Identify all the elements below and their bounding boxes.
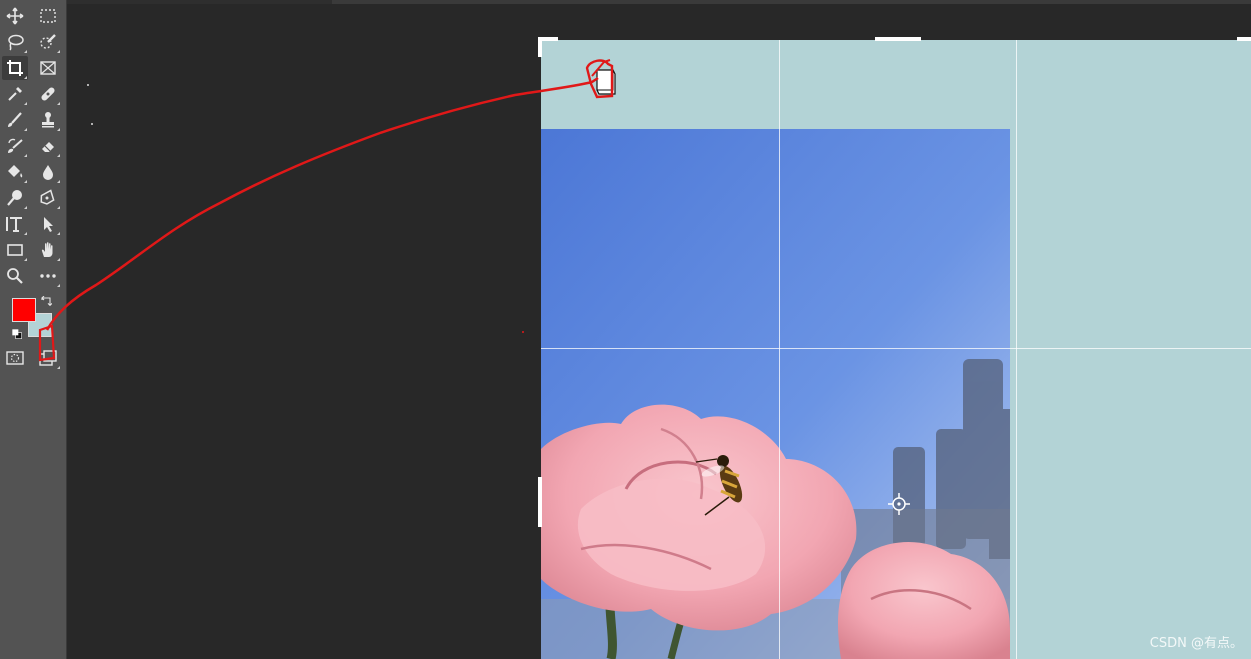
- move-icon: [6, 7, 24, 25]
- tools-panel: [0, 0, 67, 659]
- crop-grid-vertical-1: [779, 40, 780, 659]
- shape-tool-button[interactable]: [2, 238, 28, 262]
- arrow-select-icon: [44, 217, 53, 232]
- document-tab-edge: [67, 0, 332, 4]
- type-icon: [6, 217, 22, 232]
- lasso-tool-button[interactable]: [2, 30, 28, 54]
- ellipsis-icon: [40, 274, 56, 278]
- quick-mask-button[interactable]: [2, 346, 28, 370]
- swap-colors-button[interactable]: [38, 294, 54, 310]
- default-colors-icon: [12, 329, 22, 339]
- crop-grid-vertical-2: [1016, 40, 1017, 659]
- quick-select-tool-button[interactable]: [35, 30, 61, 54]
- hand-tool-button[interactable]: [35, 238, 61, 262]
- crop-grid-horizontal-1: [541, 348, 1251, 349]
- history-brush-tool-button[interactable]: [2, 134, 28, 158]
- hand-icon: [41, 242, 53, 257]
- eraser-tool-button[interactable]: [35, 134, 61, 158]
- watermark: CSDN @有点。: [1149, 636, 1243, 651]
- healing-tool-button[interactable]: [35, 82, 61, 106]
- crop-handle-top-center[interactable]: [875, 37, 921, 41]
- bandage-icon: [41, 87, 55, 101]
- screen-mode-button[interactable]: [35, 346, 61, 370]
- frame-icon: [40, 61, 56, 75]
- quick-mask-icon: [6, 351, 24, 365]
- stamp-icon: [42, 112, 54, 128]
- screen-mode-icon: [39, 350, 57, 366]
- crop-center-target-icon: [888, 493, 910, 515]
- marquee-tool-button[interactable]: [35, 4, 61, 28]
- default-colors-button[interactable]: [9, 326, 25, 342]
- stamp-tool-button[interactable]: [35, 108, 61, 132]
- rose-bee-photo: [541, 129, 1010, 659]
- move-tool-button[interactable]: [2, 4, 28, 28]
- pen-tool-button[interactable]: [35, 186, 61, 210]
- eyedropper-tool-button[interactable]: [2, 82, 28, 106]
- crop-handle-top-right[interactable]: [1237, 37, 1251, 41]
- type-tool-button[interactable]: [2, 212, 28, 236]
- paint-bucket-icon: [8, 165, 23, 178]
- quick-select-icon: [40, 34, 56, 49]
- zoom-tool-button[interactable]: [2, 264, 28, 288]
- foreground-color-swatch[interactable]: [12, 298, 36, 322]
- crop-handle-left-center[interactable]: [538, 477, 542, 527]
- history-brush-icon: [8, 138, 23, 153]
- path-select-tool-button[interactable]: [35, 212, 61, 236]
- pen-icon: [40, 189, 55, 205]
- frame-tool-button[interactable]: [35, 56, 61, 80]
- zoom-icon: [7, 268, 23, 284]
- eraser-icon: [42, 142, 54, 152]
- more-tools-button[interactable]: [35, 264, 61, 288]
- crop-tool-button[interactable]: [2, 56, 28, 80]
- drop-icon: [43, 165, 53, 180]
- swap-arrows-icon: [41, 296, 52, 307]
- eyedropper-icon: [8, 87, 22, 101]
- rectangle-icon: [7, 244, 23, 256]
- crop-icon: [7, 60, 23, 76]
- brush-icon: [8, 112, 22, 127]
- dodge-icon: [7, 190, 22, 206]
- blur-tool-button[interactable]: [35, 160, 61, 184]
- document-canvas[interactable]: CSDN @有点。: [538, 37, 1251, 659]
- cursor-icon: [596, 69, 616, 95]
- lasso-icon: [8, 34, 24, 51]
- brush-tool-button[interactable]: [2, 108, 28, 132]
- paint-bucket-tool-button[interactable]: [2, 160, 28, 184]
- rect-marquee-icon: [40, 9, 56, 23]
- crop-handle-left-top[interactable]: [538, 37, 542, 57]
- dodge-tool-button[interactable]: [2, 186, 28, 210]
